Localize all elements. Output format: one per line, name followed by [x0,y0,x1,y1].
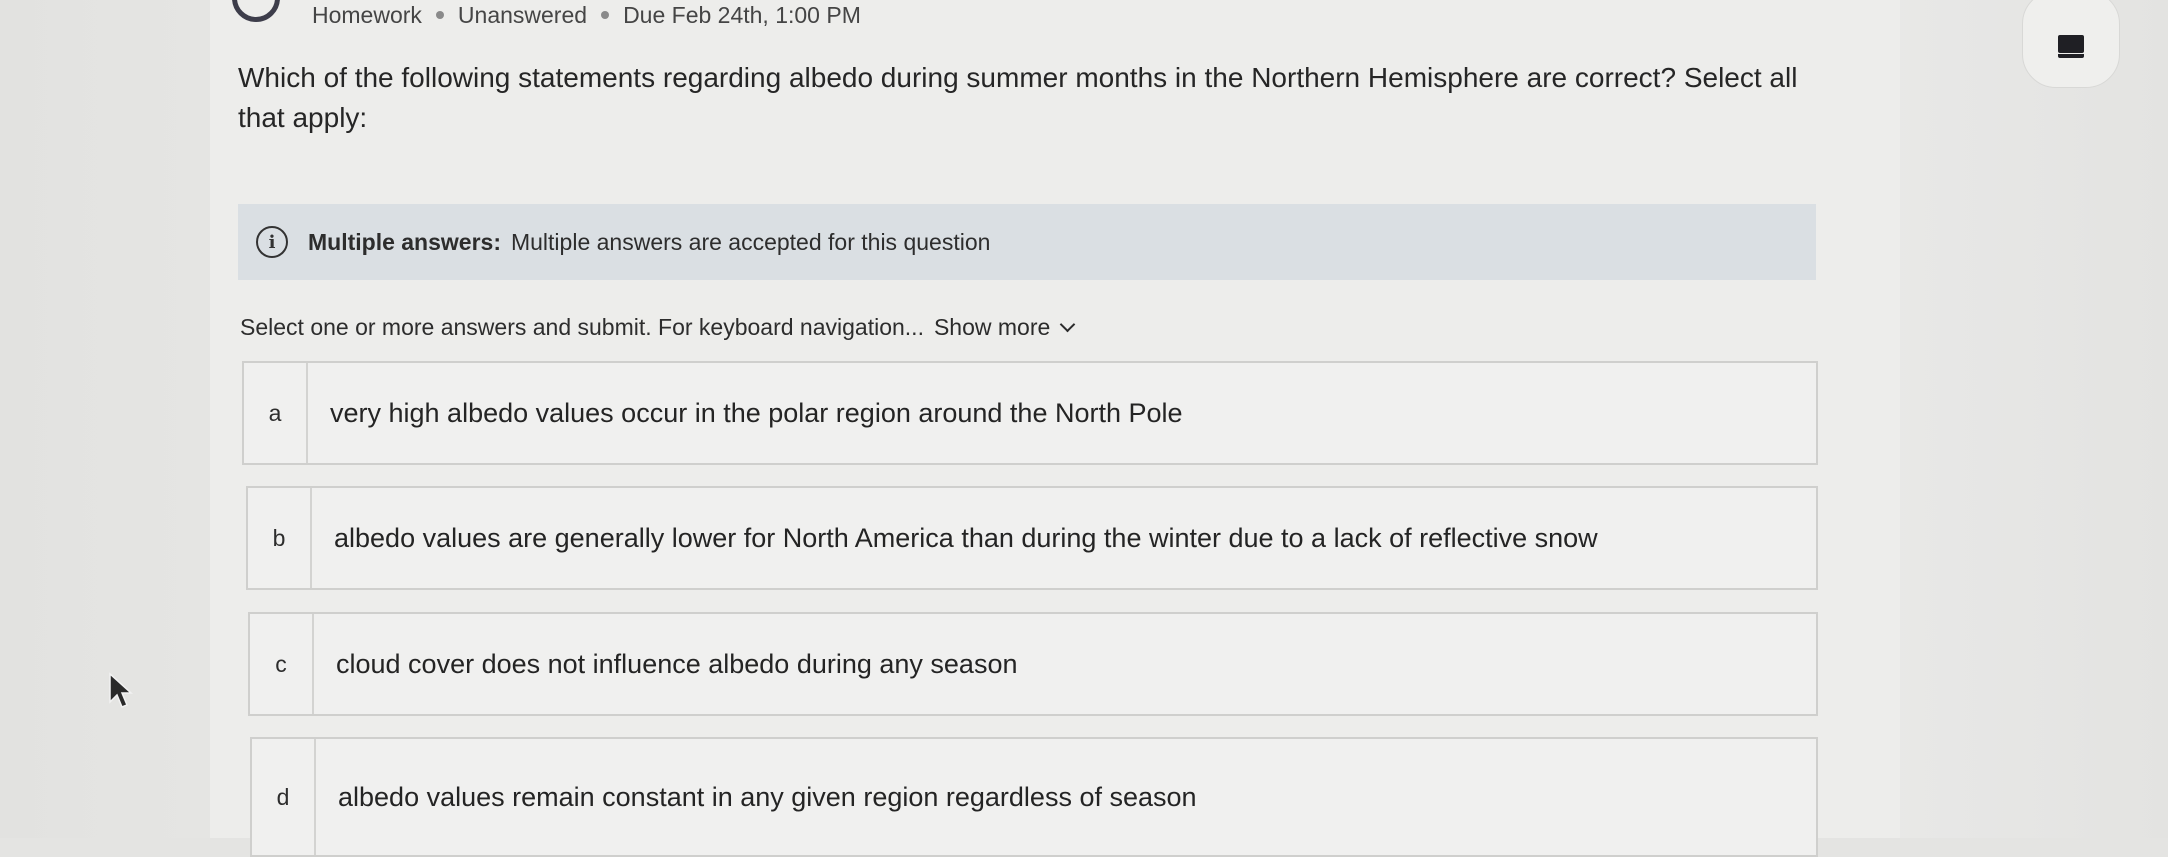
answer-option-c[interactable]: c cloud cover does not influence albedo … [248,612,1818,716]
option-text: albedo values are generally lower for No… [334,522,1598,553]
option-letter: a [244,363,308,463]
answer-option-d[interactable]: d albedo values remain constant in any g… [250,737,1818,857]
option-text: very high albedo values occur in the pol… [330,397,1183,428]
info-banner-message: Multiple answers are accepted for this q… [510,228,991,255]
question-meta: Homework Unanswered Due Feb 24th, 1:00 P… [312,0,861,30]
due-date-label: Due Feb 24th, 1:00 PM [623,1,861,28]
option-text: albedo values remain constant in any giv… [338,781,1197,812]
chevron-down-icon [1060,316,1076,333]
show-more-label: Show more [933,314,1051,340]
answer-option-a[interactable]: a very high albedo values occur in the p… [242,361,1818,465]
instructions: Select one or more answers and submit. F… [240,314,1076,341]
category-label: Homework [312,1,422,28]
answer-option-b[interactable]: b albedo values are generally lower for … [246,486,1818,590]
instructions-text: Select one or more answers and submit. F… [240,314,924,340]
show-more-button[interactable]: Show more [933,314,1076,341]
option-letter: b [248,488,312,588]
notebook-icon [2058,35,2084,58]
option-letter: c [250,614,314,714]
info-icon: i [256,226,288,258]
separator-dot [601,11,610,19]
question-text: Which of the following statements regard… [238,62,1798,133]
info-banner: i Multiple answers: Multiple answers are… [238,204,1816,280]
notebook-button[interactable] [2022,0,2120,88]
status-label: Unanswered [457,1,588,28]
mouse-cursor-icon [109,672,133,708]
option-text: cloud cover does not influence albedo du… [336,648,1018,679]
separator-dot [435,11,444,19]
info-banner-title: Multiple answers: [308,228,501,255]
